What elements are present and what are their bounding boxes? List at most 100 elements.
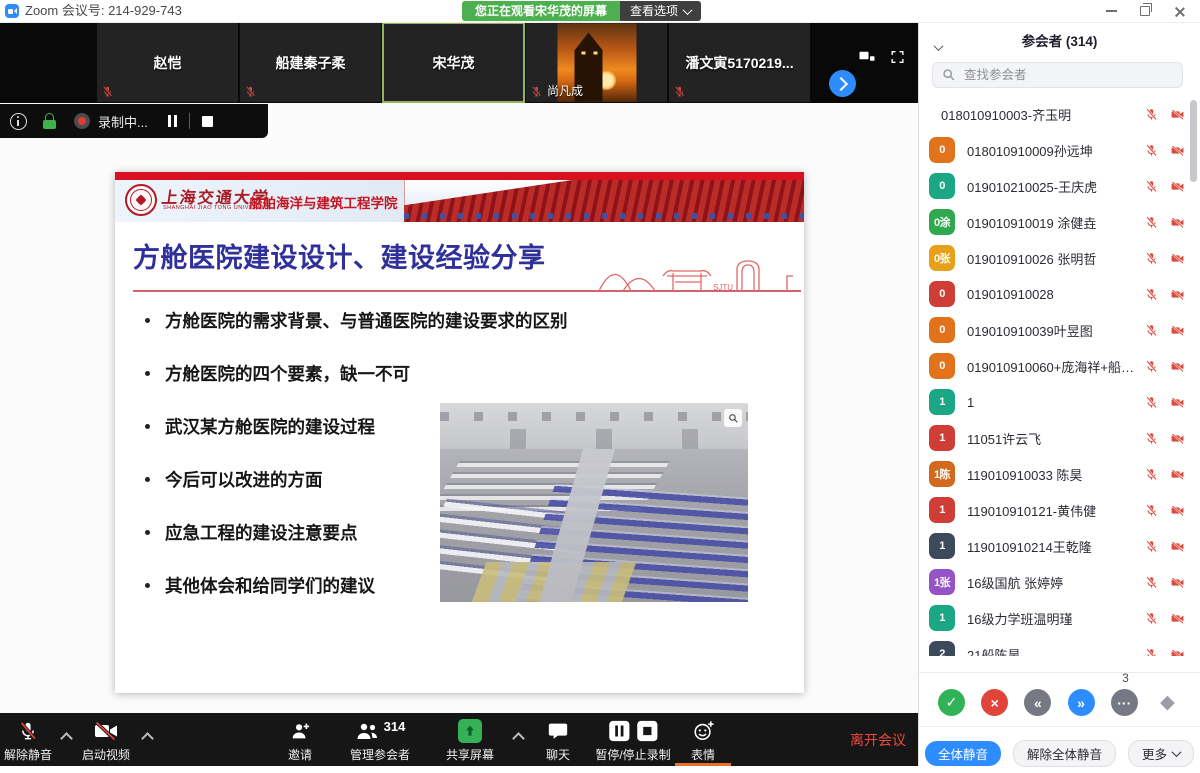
video-off-icon[interactable]	[1169, 503, 1186, 518]
close-button[interactable]	[1162, 0, 1196, 22]
mic-muted-icon	[17, 718, 39, 744]
mic-off-icon[interactable]	[1144, 287, 1159, 302]
participant-video-tile[interactable]: 宋华茂	[382, 22, 525, 103]
participant-video-tile[interactable]: 船建秦子柔	[239, 22, 382, 103]
mic-off-icon[interactable]	[1144, 215, 1159, 230]
participant-name: 119010910033 陈昊	[967, 465, 1138, 484]
video-off-icon[interactable]	[1169, 359, 1186, 374]
participant-avatar: 1	[929, 497, 955, 523]
video-off-icon[interactable]	[1169, 107, 1186, 122]
video-off-icon[interactable]	[1169, 251, 1186, 266]
video-off-icon[interactable]	[1169, 611, 1186, 626]
manage-participants-button[interactable]: 314 管理参会者	[350, 713, 410, 766]
participant-row[interactable]: 0 018010910009孙远坤	[919, 132, 1200, 168]
participant-row[interactable]: 0 019010910060+庞海祥+船建学...	[919, 348, 1200, 384]
mic-off-icon[interactable]	[1144, 395, 1159, 410]
slide-header-banner: 上海交通大学 SHANGHAI JIAO TONG UNIVERSITY 船舶海…	[115, 180, 804, 222]
stop-recording-icon[interactable]	[202, 116, 213, 127]
participant-row[interactable]: 018010910003-齐玉明	[919, 96, 1200, 132]
video-options-chevron[interactable]	[143, 730, 152, 748]
video-off-icon[interactable]	[1169, 467, 1186, 482]
unmute-button[interactable]: 解除静音	[4, 713, 52, 766]
clear-diamond-icon[interactable]: ◆	[1154, 689, 1181, 716]
yes-check-icon[interactable]: ✓	[938, 689, 965, 716]
faster-chevrons-icon[interactable]: »	[1068, 689, 1095, 716]
participant-name-label: 尚凡成	[547, 82, 583, 99]
unmute-all-button[interactable]: 解除全体静音	[1013, 740, 1116, 767]
participant-row[interactable]: 1 11051许云飞	[919, 420, 1200, 456]
participant-row[interactable]: 0 019010910039叶昱图	[919, 312, 1200, 348]
video-off-icon[interactable]	[1169, 575, 1186, 590]
participant-row[interactable]: 1 1	[919, 384, 1200, 420]
pause-stop-recording-button[interactable]: 暂停/停止录制	[595, 713, 670, 766]
participant-row[interactable]: 1陈 119010910033 陈昊	[919, 456, 1200, 492]
sjtu-landmark-lineart: SJTU	[597, 242, 797, 292]
leave-meeting-button[interactable]: 离开会议	[850, 713, 906, 766]
minimize-button[interactable]	[1094, 0, 1128, 22]
mute-all-button[interactable]: 全体静音	[925, 741, 1001, 766]
mic-off-icon[interactable]	[1144, 179, 1159, 194]
slower-chevrons-icon[interactable]: «	[1024, 689, 1051, 716]
pause-icon	[608, 720, 630, 742]
participant-row[interactable]: 1 16级力学班温明瑾	[919, 600, 1200, 636]
mic-off-icon[interactable]	[1144, 323, 1159, 338]
no-cross-icon[interactable]: ×	[981, 689, 1008, 716]
info-icon[interactable]	[10, 113, 27, 130]
more-button[interactable]: 更多	[1128, 740, 1194, 767]
video-off-icon[interactable]	[1169, 323, 1186, 338]
mic-off-icon[interactable]	[1144, 359, 1159, 374]
video-off-icon[interactable]	[1169, 287, 1186, 302]
video-off-icon[interactable]	[1169, 215, 1186, 230]
mic-off-icon[interactable]	[1144, 539, 1159, 554]
magnifier-icon[interactable]	[724, 409, 742, 427]
more-dots-icon[interactable]: ···	[1111, 689, 1138, 716]
mic-off-icon[interactable]	[1144, 467, 1159, 482]
participant-row[interactable]: 0 019010210025-王庆虎	[919, 168, 1200, 204]
participant-row[interactable]: 0涂 019010910019 涂健垚	[919, 204, 1200, 240]
audio-options-chevron[interactable]	[62, 730, 71, 748]
recording-dot-icon	[74, 113, 90, 129]
fullscreen-icon[interactable]	[889, 49, 906, 65]
share-options-chevron[interactable]	[514, 730, 523, 748]
next-participants-button[interactable]	[829, 70, 856, 97]
participant-row[interactable]: 0 019010910028	[919, 276, 1200, 312]
video-off-icon[interactable]	[1169, 143, 1186, 158]
more-label: 更多	[1142, 744, 1167, 763]
participant-avatar: 1	[929, 533, 955, 559]
participant-video-tile[interactable]: 尚凡成	[525, 22, 668, 103]
scrollbar-thumb[interactable]	[1190, 100, 1197, 182]
chat-button[interactable]: 聊天	[546, 713, 570, 766]
mic-off-icon[interactable]	[1144, 431, 1159, 446]
participant-row[interactable]: 2 21船陈昊	[919, 636, 1200, 656]
video-off-icon[interactable]	[1169, 395, 1186, 410]
search-icon	[942, 68, 956, 82]
mic-off-icon[interactable]	[1144, 611, 1159, 626]
mic-off-icon[interactable]	[1144, 647, 1159, 657]
participant-video-tile[interactable]: 潘文寅5170219...	[668, 22, 811, 103]
pause-recording-icon[interactable]	[168, 115, 177, 127]
mic-off-icon[interactable]	[1144, 503, 1159, 518]
video-off-icon[interactable]	[1169, 431, 1186, 446]
speaker-view-icon[interactable]	[858, 49, 876, 65]
share-screen-button[interactable]: 共享屏幕	[446, 713, 494, 766]
video-off-icon[interactable]	[1169, 647, 1186, 657]
restore-button[interactable]	[1128, 0, 1162, 22]
reactions-button[interactable]: 表情	[691, 713, 715, 766]
video-off-icon[interactable]	[1169, 539, 1186, 554]
start-video-button[interactable]: 启动视频	[82, 713, 130, 766]
participant-row[interactable]: 1 119010910121-黄伟健	[919, 492, 1200, 528]
mic-off-icon[interactable]	[1144, 575, 1159, 590]
mic-off-icon[interactable]	[1144, 251, 1159, 266]
participant-row[interactable]: 1 119010910214王乾隆	[919, 528, 1200, 564]
mic-off-icon[interactable]	[1144, 143, 1159, 158]
view-options-button[interactable]: 查看选项	[620, 1, 701, 21]
participant-row[interactable]: 1张 16级国航 张婷婷	[919, 564, 1200, 600]
participant-name: 019010910060+庞海祥+船建学...	[967, 357, 1138, 376]
invite-button[interactable]: 邀请	[288, 713, 312, 766]
search-input[interactable]	[962, 67, 1182, 83]
mic-off-icon[interactable]	[1144, 107, 1159, 122]
participant-row[interactable]: 0张 019010910026 张明哲	[919, 240, 1200, 276]
hospital-construction-photo	[440, 403, 748, 602]
video-off-icon[interactable]	[1169, 179, 1186, 194]
participant-video-tile[interactable]: 赵恺	[96, 22, 239, 103]
